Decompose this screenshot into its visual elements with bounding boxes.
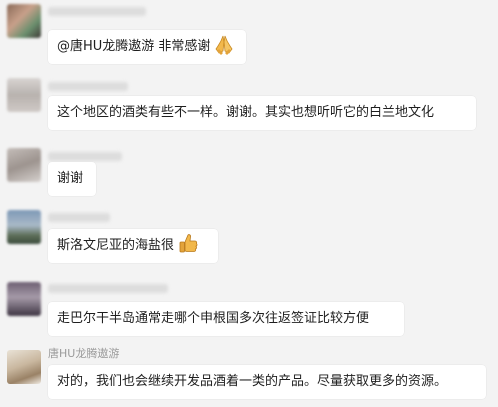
thumbs-up-icon <box>178 233 198 255</box>
sender-name <box>48 7 146 16</box>
avatar[interactable] <box>7 350 41 384</box>
message-row: 谢谢 <box>0 144 498 198</box>
message-bubble[interactable]: 对的，我们也会继续开发品酒着一类的产品。尽量获取更多的资源。 <box>48 365 486 399</box>
message-bubble[interactable]: 斯洛文尼亚的海盐很 <box>48 229 218 263</box>
message-text: @唐HU龙腾遨游 非常感谢 <box>57 39 211 54</box>
message-bubble[interactable]: @唐HU龙腾遨游 非常感谢 <box>48 30 246 64</box>
message-row: 这个地区的酒类有些不一样。谢谢。其实也想听听它的白兰地文化 <box>0 74 498 136</box>
sender-name: 唐HU龙腾遨游 <box>48 347 120 360</box>
avatar[interactable] <box>7 210 41 244</box>
avatar[interactable] <box>7 282 41 316</box>
avatar[interactable] <box>7 78 41 112</box>
message-text: 谢谢 <box>57 171 84 186</box>
message-bubble[interactable]: 谢谢 <box>48 162 96 196</box>
sender-name <box>48 213 110 222</box>
message-text: 斯洛文尼亚的海盐很 <box>57 238 175 253</box>
message-text: 对的，我们也会继续开发品酒着一类的产品。尽量获取更多的资源。 <box>57 374 448 389</box>
sender-name <box>48 284 168 293</box>
message-row: 走巴尔干半岛通常走哪个申根国多次往返签证比较方便 <box>0 280 498 338</box>
chat-message-list[interactable]: @唐HU龙腾遨游 非常感谢 这个地区的酒类有些不一样。谢谢。其实也想听听它的白兰… <box>0 0 498 407</box>
sender-name <box>48 152 122 161</box>
message-text: 这个地区的酒类有些不一样。谢谢。其实也想听听它的白兰地文化 <box>57 105 435 120</box>
avatar[interactable] <box>7 4 41 38</box>
avatar[interactable] <box>7 148 41 182</box>
message-bubble[interactable]: 走巴尔干半岛通常走哪个申根国多次往返签证比较方便 <box>48 302 404 336</box>
message-row: 唐HU龙腾遨游 对的，我们也会继续开发品酒着一类的产品。尽量获取更多的资源。 <box>0 346 498 407</box>
message-bubble[interactable]: 这个地区的酒类有些不一样。谢谢。其实也想听听它的白兰地文化 <box>48 96 476 130</box>
folded-hands-icon <box>214 34 234 56</box>
message-text: 走巴尔干半岛通常走哪个申根国多次往返签证比较方便 <box>57 311 370 326</box>
sender-name <box>48 82 128 91</box>
message-row: 斯洛文尼亚的海盐很 <box>0 208 498 268</box>
message-row: @唐HU龙腾遨游 非常感谢 <box>0 0 498 64</box>
